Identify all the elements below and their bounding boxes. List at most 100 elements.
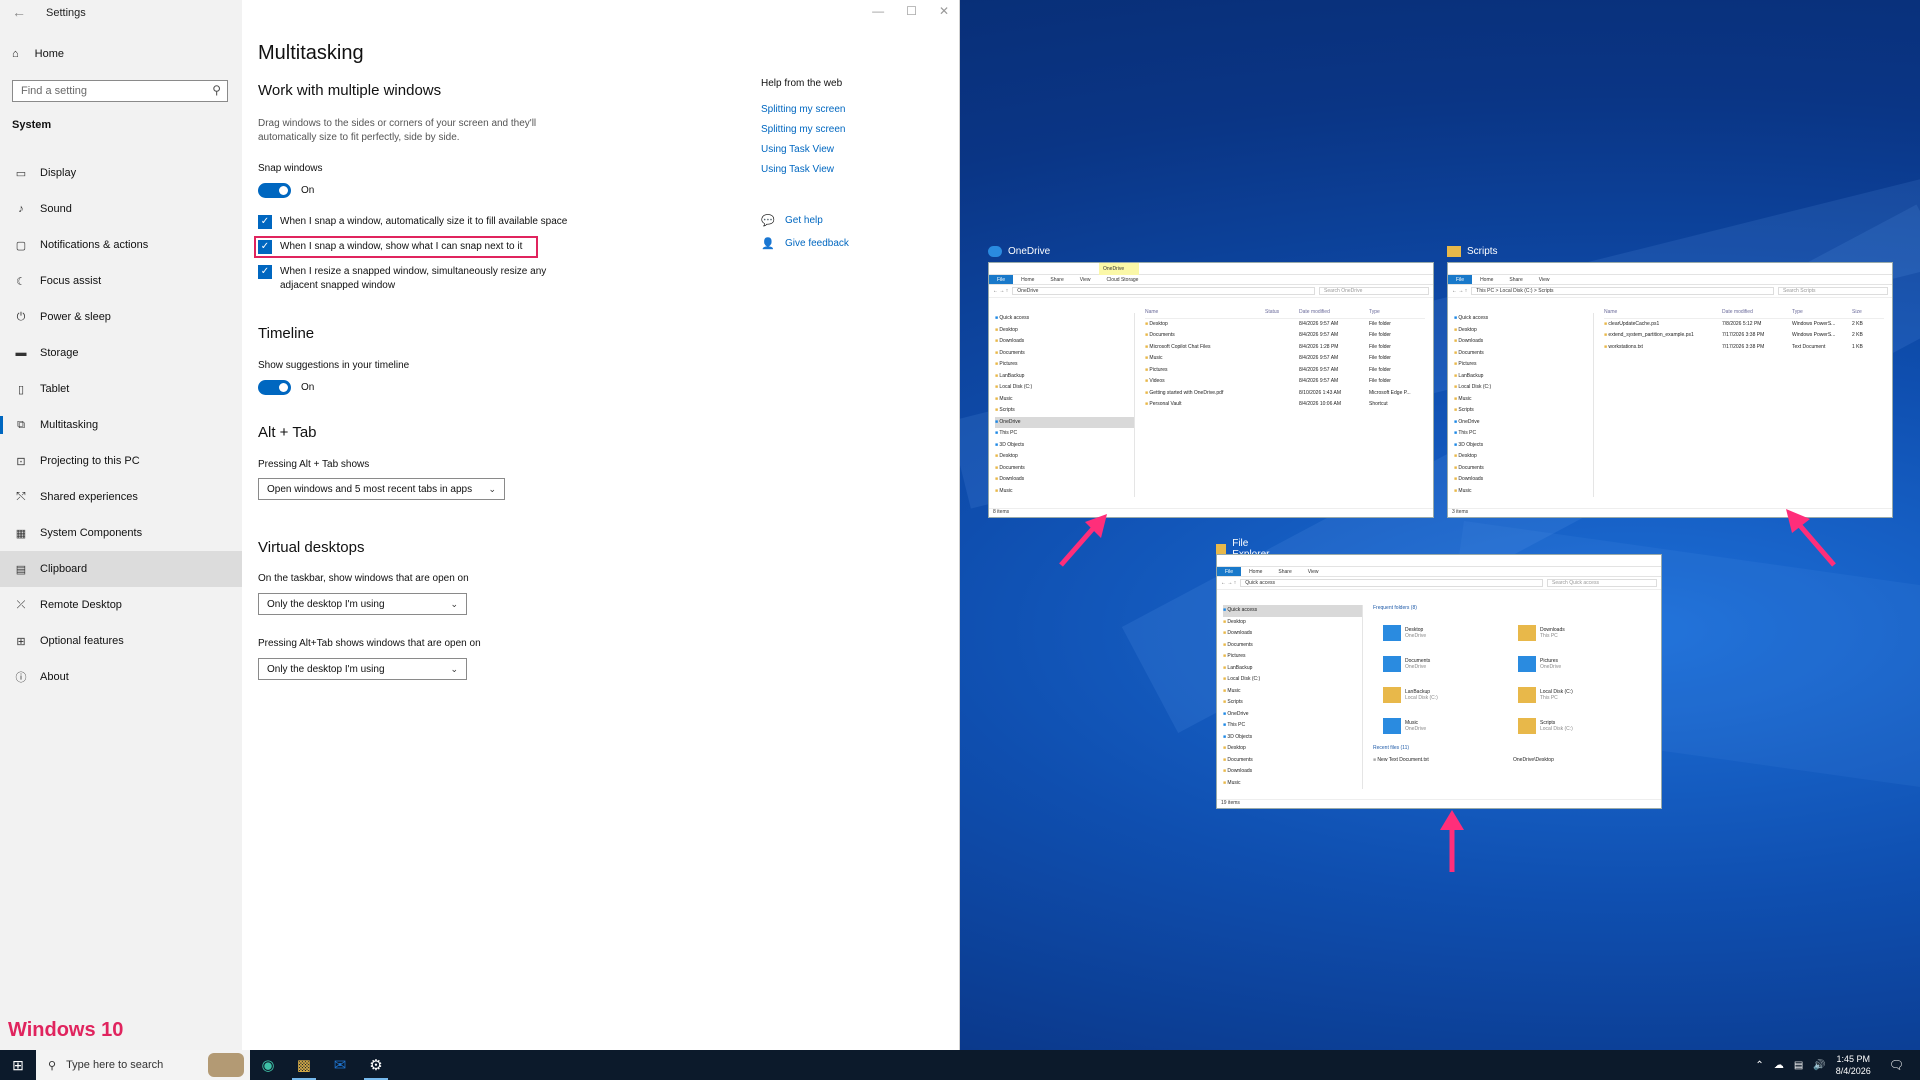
volume-icon[interactable]: 🔊 [1813,1060,1825,1071]
file-cell: Text Document [1792,343,1826,350]
file-cell: workstations.txt [1604,342,1722,354]
feedback-person-icon: 👤 [761,238,775,250]
remote-icon: ⤫ [16,598,26,611]
snap-assist-checkbox[interactable]: ✓ When I snap a window, show what I can … [258,240,598,254]
page-title: Multitasking [258,42,364,64]
onedrive-cloud-icon [988,246,1002,257]
sidebar-item-storage[interactable]: ▬ Storage [0,335,242,371]
sidebar-item-display[interactable]: ▭ Display [0,155,242,191]
file-explorer-icon[interactable]: ▩ [286,1050,322,1080]
edge-icon[interactable]: ◉ [250,1050,286,1080]
address-bar: ← → ↑ Quick access Search Quick access [1217,577,1661,590]
multitasking-icon: ⧉ [17,418,25,431]
find-setting-input[interactable]: Find a setting ⚲ [12,80,228,102]
sidebar-item-about[interactable]: ⓘ About [0,659,242,695]
file-cell: 8/4/2026 9:57 AM [1299,366,1339,373]
alttab-dropdown[interactable]: Open windows and 5 most recent tabs in a… [258,478,505,500]
nav-pane-item: Documents [1454,348,1593,360]
sidebar-item-label: Shared experiences [40,491,138,503]
windows-logo-icon: ⊞ [12,1056,24,1073]
explorer-ribbon: File Home Share View Cloud Storage [989,275,1433,285]
sidebar-item-sound[interactable]: ♪ Sound [0,191,242,227]
nav-pane-item: Scripts [995,405,1134,417]
auto-size-checkbox[interactable]: ✓ When I snap a window, automatically si… [258,215,598,229]
navigation-pane: Quick accessDesktopDownloadsDocumentsPic… [995,313,1135,497]
sidebar-item-system-components[interactable]: ▦ System Components [0,515,242,551]
frequent-folder-text: Local Disk (C:) This PC [1540,689,1573,701]
nav-pane-item: Desktop [995,451,1134,463]
search-box: Search Quick access [1547,579,1657,587]
help-link[interactable]: Splitting my screen [761,104,845,115]
file-explorer-icon [1216,543,1227,555]
nav-pane-item: LanBackup [995,371,1134,383]
snap-windows-toggle[interactable]: On [258,183,314,198]
sidebar-item-clipboard[interactable]: ▤ Clipboard [0,551,242,587]
thumbnail-frame: File Home Share View ← → ↑ Quick access Sea… [1216,554,1662,809]
sidebar-item-label: Display [40,167,77,179]
windows-10-label: Windows 10 [8,1019,124,1041]
sidebar-item-optional-features[interactable]: ⊞ Optional features [0,623,242,659]
address-bar: ← → ↑ OneDrive Search OneDrive [989,285,1433,298]
home-nav-item[interactable]: ⌂ Home [12,48,64,60]
network-icon[interactable]: ▤ [1794,1060,1803,1071]
file-cell: Music [1145,353,1265,365]
work-heading: Work with multiple windows [258,82,442,99]
sidebar-item-label: Remote Desktop [40,599,122,611]
file-cell: 2 KB [1852,332,1863,338]
help-link[interactable]: Using Task View [761,144,834,155]
file-cell: File folder [1369,355,1391,361]
column-header: Date modified [1722,309,1753,315]
file-cell [1265,342,1299,354]
start-button[interactable]: ⊞ [0,1050,36,1080]
frequent-folder-text: Pictures OneDrive [1540,658,1561,670]
sidebar-item-remote-desktop[interactable]: ⤫ Remote Desktop [0,587,242,623]
sidebar-item-shared-experiences[interactable]: ⤲ Shared experiences [0,479,242,515]
taskbar-search[interactable]: ⚲ Type here to search [36,1050,250,1080]
sidebar-item-projecting-to-this-pc[interactable]: ⊡ Projecting to this PC [0,443,242,479]
sidebar-item-label: Focus assist [40,275,102,287]
get-help-link[interactable]: 💬 Get help [761,214,823,227]
timeline-toggle[interactable]: On [258,380,314,395]
toggle-state: On [301,382,315,393]
give-feedback-link[interactable]: 👤 Give feedback [761,237,849,250]
resize-adjacent-checkbox[interactable]: ✓ When I resize a snapped window, simult… [258,265,568,293]
help-link[interactable]: Using Task View [761,164,834,175]
chevron-up-icon[interactable]: ⌃ [1755,1060,1763,1071]
sidebar-item-tablet[interactable]: ▯ Tablet [0,371,242,407]
navigation-pane: Quick accessDesktopDownloadsDocumentsPic… [1454,313,1594,497]
vd-taskbar-dropdown[interactable]: Only the desktop I'm using ⌄ [258,593,467,615]
nav-pane-item: OneDrive [1454,417,1593,429]
sidebar-item-notifications-actions[interactable]: ▢ Notifications & actions [0,227,242,263]
clock[interactable]: 1:45 PM 8/4/2026 [1836,1053,1871,1077]
checkmark-icon: ✓ [258,240,272,254]
explorer-ribbon: File Home Share View [1217,567,1661,577]
file-cell [1265,376,1299,388]
sidebar-item-focus-assist[interactable]: ☾ Focus assist [0,263,242,299]
outlook-icon[interactable]: ✉ [322,1050,358,1080]
sidebar-item-power-sleep[interactable]: ⏻ Power & sleep [0,299,242,335]
settings-icon[interactable]: ⚙ [358,1050,394,1080]
sidebar-item-label: Notifications & actions [40,239,149,251]
timeline-label: Show suggestions in your timeline [258,360,410,371]
onedrive-cloud-icon[interactable]: ☁ [1774,1060,1784,1071]
recent-file-location: OneDrive\Desktop [1513,756,1554,763]
back-arrow-icon[interactable]: ← [12,4,26,20]
sidebar-item-multitasking[interactable]: ⧉ Multitasking [0,407,242,443]
nav-pane-item: Scripts [1454,405,1593,417]
file-cell [1265,353,1299,365]
frequent-folder: Scripts Local Disk (C:) [1518,712,1653,739]
home-label: Home [34,48,64,60]
help-link[interactable]: Splitting my screen [761,124,845,135]
nav-pane-item: Desktop [1454,451,1593,463]
virtual-desktops-heading: Virtual desktops [258,539,365,556]
file-cell: 8/4/2026 9:57 AM [1299,378,1339,384]
action-center-icon[interactable]: 🗨 [1881,1058,1912,1072]
nav-pane-item: Downloads [1223,628,1362,640]
quick-access-content: Frequent folders (8) [1373,603,1653,615]
ribbon-tab: Home [1480,277,1494,283]
vd-alttab-dropdown[interactable]: Only the desktop I'm using ⌄ [258,658,467,680]
notification-icon: ▢ [15,239,27,252]
nav-pane-item: Downloads [995,474,1134,486]
folder-icon [1518,624,1536,641]
timeline-heading: Timeline [258,325,315,342]
